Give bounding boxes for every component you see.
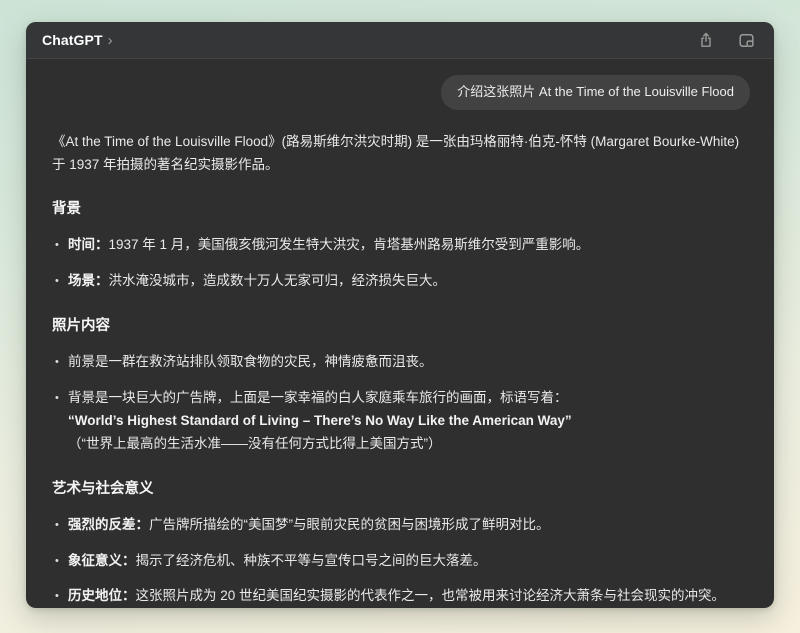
bullet-dot: • [52, 514, 68, 537]
bullet-dot: • [52, 351, 68, 374]
chat-scroll-area[interactable]: 介绍这张照片 At the Time of the Louisville Flo… [26, 59, 774, 608]
section-title-significance: 艺术与社会意义 [52, 479, 750, 499]
bullet-text: 这张照片成为 20 世纪美国纪实摄影的代表作之一，也常被用来讨论经济大萧条与社会… [136, 588, 726, 603]
bullet-label: 时间： [68, 237, 109, 252]
section-title-background: 背景 [52, 199, 750, 219]
user-message-row: 介绍这张照片 At the Time of the Louisville Flo… [52, 75, 750, 110]
list-item: • 时间：1937 年 1 月，美国俄亥俄河发生特大洪灾，肯塔基州路易斯维尔受到… [52, 234, 750, 257]
bullet-label: 场景： [68, 273, 109, 288]
chatgpt-window: ChatGPT › [26, 22, 774, 608]
bullet-dot: • [52, 585, 68, 608]
bullet-dot: • [52, 550, 68, 573]
list-item: • 前景是一群在救济站排队领取食物的灾民，神情疲惫而沮丧。 [52, 351, 750, 374]
bullet-text: 背景是一块巨大的广告牌，上面是一家幸福的白人家庭乘车旅行的画面，标语写着： [68, 390, 568, 405]
chevron-right-icon: › [108, 32, 113, 48]
window-titlebar: ChatGPT › [26, 22, 774, 59]
bullet-text: 1937 年 1 月，美国俄亥俄河发生特大洪灾，肯塔基州路易斯维尔受到严重影响。 [109, 237, 590, 252]
list-item: • 历史地位：这张照片成为 20 世纪美国纪实摄影的代表作之一，也常被用来讨论经… [52, 585, 750, 608]
app-title: ChatGPT [42, 32, 103, 48]
bullet-text: 揭示了经济危机、种族不平等与宣传口号之间的巨大落差。 [136, 553, 487, 568]
intro-paragraph: 《At the Time of the Louisville Flood》(路易… [52, 131, 750, 176]
billboard-quote: “World’s Highest Standard of Living – Th… [68, 410, 750, 433]
desktop-background: ChatGPT › [0, 0, 800, 633]
list-item: • 象征意义：揭示了经济危机、种族不平等与宣传口号之间的巨大落差。 [52, 550, 750, 573]
list-item: • 强烈的反差：广告牌所描绘的“美国梦”与眼前灾民的贫困与困境形成了鲜明对比。 [52, 514, 750, 537]
bullet-label: 强烈的反差： [68, 517, 149, 532]
bullet-text: 前景是一群在救济站排队领取食物的灾民，神情疲惫而沮丧。 [68, 354, 433, 369]
bullet-label: 历史地位： [68, 588, 136, 603]
bullet-text: 洪水淹没城市，造成数十万人无家可归，经济损失巨大。 [109, 273, 447, 288]
billboard-quote-translation: （“世界上最高的生活水准——没有任何方式比得上美国方式”） [68, 433, 750, 456]
bullet-dot: • [52, 387, 68, 456]
open-in-new-window-icon[interactable] [736, 30, 756, 50]
list-item: • 背景是一块巨大的广告牌，上面是一家幸福的白人家庭乘车旅行的画面，标语写着： … [52, 387, 750, 456]
bullet-dot: • [52, 270, 68, 293]
bullet-dot: • [52, 234, 68, 257]
bullet-label: 象征意义： [68, 553, 136, 568]
titlebar-actions [696, 30, 756, 50]
model-switcher[interactable]: ChatGPT › [42, 32, 113, 48]
section-title-photo-content: 照片内容 [52, 316, 750, 336]
bullet-text: 广告牌所描绘的“美国梦”与眼前灾民的贫困与困境形成了鲜明对比。 [149, 517, 550, 532]
assistant-message: 《At the Time of the Louisville Flood》(路易… [52, 131, 750, 608]
user-message-bubble: 介绍这张照片 At the Time of the Louisville Flo… [441, 75, 750, 110]
list-item: • 场景：洪水淹没城市，造成数十万人无家可归，经济损失巨大。 [52, 270, 750, 293]
share-upload-icon[interactable] [696, 30, 716, 50]
